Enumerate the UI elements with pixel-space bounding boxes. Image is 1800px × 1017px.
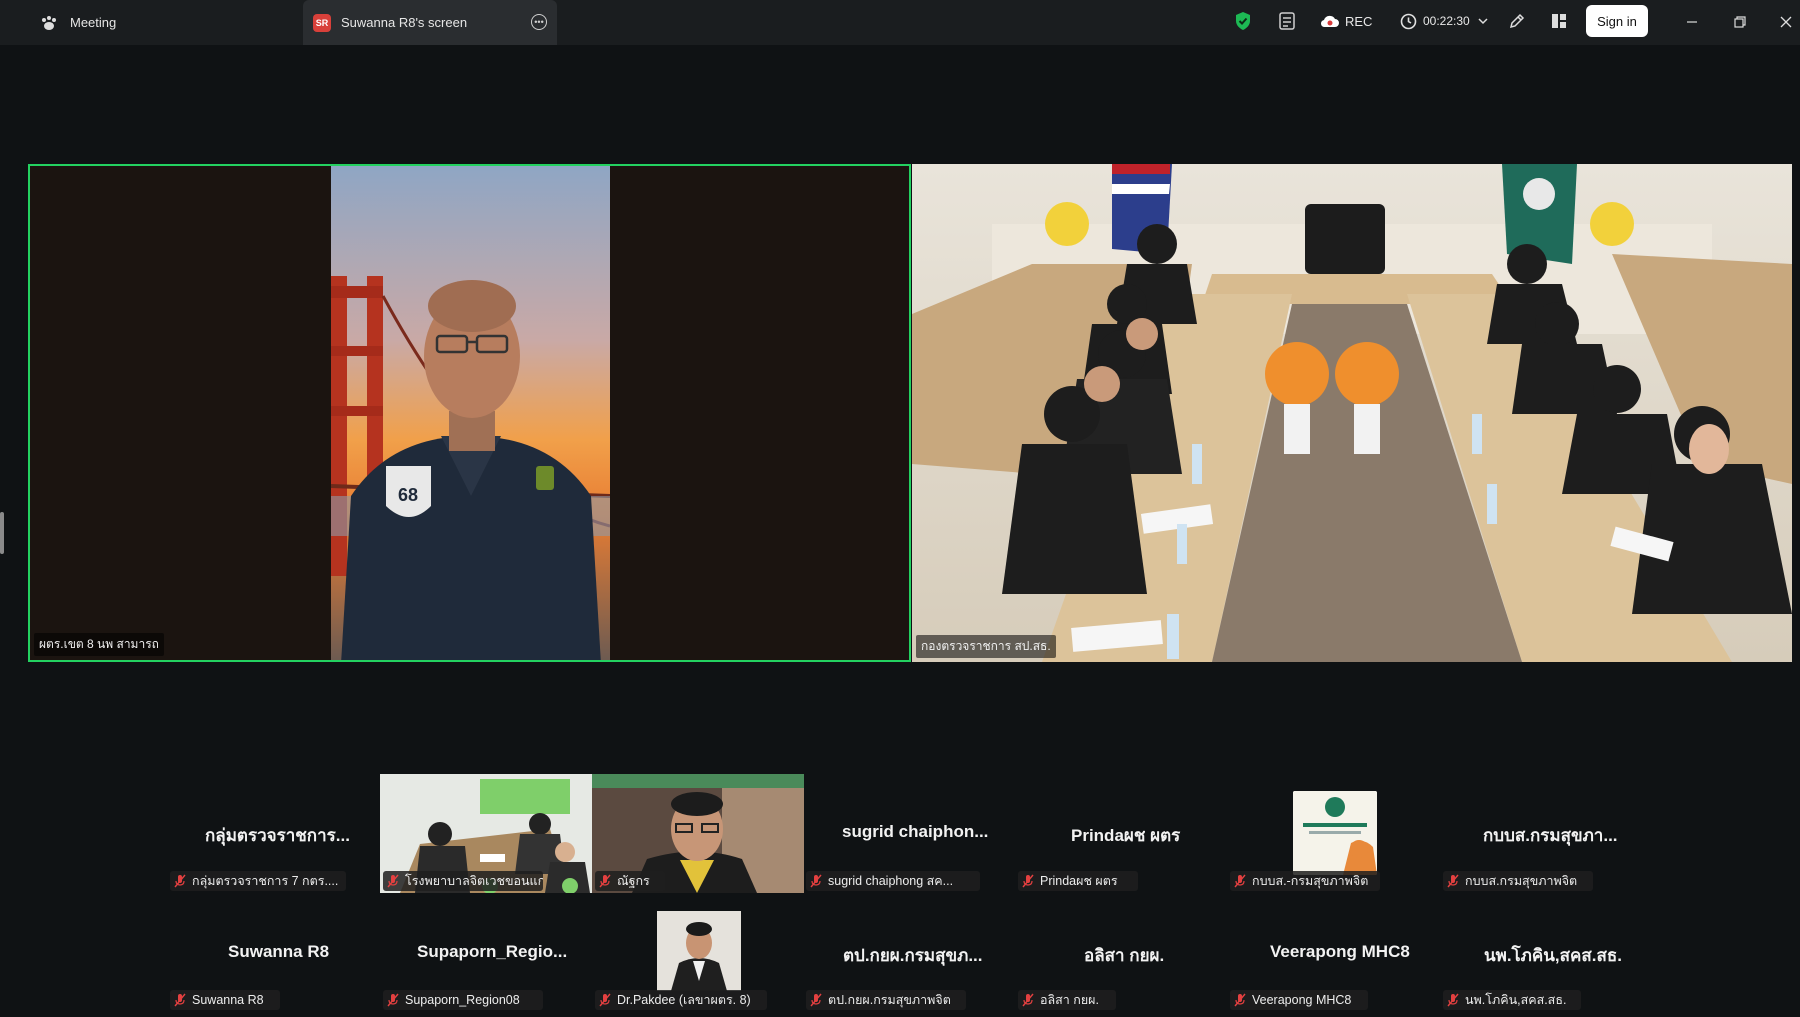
mic-muted-icon [1022, 993, 1034, 1007]
participant-label: Dr.Pakdee (เลขาผตร. 8) [595, 990, 767, 1010]
participant-display-name: Prindaผช ผตร [1071, 826, 1181, 845]
tab-shared-screen[interactable]: SR Suwanna R8's screen ••• [303, 0, 557, 45]
participant-display-name: กลุ่มตรวจราชการ... [205, 826, 350, 845]
mic-muted-icon [810, 874, 822, 888]
mic-muted-icon [174, 993, 186, 1007]
right-tile-name-label: กองตรวจราชการ สป.สธ. [916, 635, 1056, 658]
mic-muted-icon [1234, 874, 1246, 888]
participant-label: ตป.กยผ.กรมสุขภาพจิต [806, 990, 966, 1010]
rec-label: REC [1345, 13, 1373, 29]
participant-display-name: อลิสา กยผ. [1084, 946, 1165, 965]
participant-label: ณัฐกร [595, 871, 665, 891]
annotate-pen-icon[interactable] [1508, 0, 1526, 42]
clock-icon [1400, 13, 1417, 29]
speaker-video-image: 68 [331, 166, 610, 660]
participant-display-name: sugrid chaiphon... [842, 822, 989, 841]
participant-display-name: ตป.กยผ.กรมสุขภ... [843, 946, 983, 965]
participant-label: กบบส.กรมสุขภาพจิต [1443, 871, 1593, 891]
participant-display-name: กบบส.กรมสุขภา... [1483, 826, 1618, 845]
participant-display-name: นพ.โภคิน,สคส.สธ. [1484, 946, 1622, 965]
timer-value: 00:22:30 [1423, 14, 1470, 28]
participant-display-name: Supaporn_Regio... [417, 942, 568, 961]
mic-muted-icon [1234, 993, 1246, 1007]
video-tile-main-speaker[interactable]: 68 ผตร.เขต 8 นพ สามารถ [28, 164, 911, 662]
meeting-paw-icon [42, 15, 56, 30]
top-bar: Meeting SR Suwanna R8's screen ••• REC 0… [0, 0, 1800, 45]
participant-label: Veerapong MHC8 [1230, 990, 1368, 1010]
participant-avatar [1293, 791, 1377, 875]
participant-label: โรงพยาบาลจิตเวชขอนแก... [383, 871, 543, 891]
mic-muted-icon [810, 993, 822, 1007]
mic-muted-icon [599, 993, 611, 1007]
mic-muted-icon [1022, 874, 1034, 888]
more-options-icon[interactable]: ••• [531, 14, 547, 30]
speaker-video: 68 [331, 166, 610, 660]
mic-muted-icon [1447, 993, 1459, 1007]
mic-muted-icon [387, 874, 399, 888]
side-drag-handle[interactable] [0, 512, 4, 554]
participant-avatar [657, 911, 741, 991]
restore-icon[interactable] [1728, 10, 1752, 34]
participant-label: กลุ่มตรวจราชการ 7 กตร.... [170, 871, 346, 891]
cloud-recording-indicator[interactable]: REC [1320, 0, 1372, 42]
tab-meeting[interactable]: Meeting [40, 0, 300, 45]
participant-label: Suwanna R8 [170, 990, 280, 1010]
mic-muted-icon [599, 874, 611, 888]
sign-in-button[interactable]: Sign in [1586, 5, 1648, 37]
meeting-timer[interactable]: 00:22:30 [1400, 0, 1488, 42]
participant-label: นพ.โภคิน,สคส.สธ. [1443, 990, 1581, 1010]
meeting-room-video [912, 164, 1792, 662]
minimize-icon[interactable] [1680, 10, 1704, 34]
mic-muted-icon [1447, 874, 1459, 888]
layout-view-icon[interactable] [1550, 0, 1568, 42]
chevron-down-icon [1478, 18, 1488, 25]
participant-video-tile[interactable]: โรงพยาบาลจิตเวชขอนแก... [380, 774, 592, 893]
participant-display-name: Veerapong MHC8 [1270, 942, 1410, 961]
participant-label: อลิสา กยผ. [1018, 990, 1116, 1010]
participant-label: Prindaผช ผตร [1018, 871, 1138, 891]
tab-shared-screen-label: Suwanna R8's screen [341, 15, 468, 30]
encryption-shield-icon[interactable] [1234, 0, 1252, 42]
participant-label: Supaporn_Region08 [383, 990, 543, 1010]
tab-meeting-label: Meeting [70, 15, 117, 30]
left-tile-name-label: ผตร.เขต 8 นพ สามารถ [34, 633, 164, 656]
close-icon[interactable] [1774, 10, 1798, 34]
participant-label: sugrid chaiphong สค... [806, 871, 980, 891]
cloud-record-icon [1320, 15, 1339, 28]
mic-muted-icon [174, 874, 186, 888]
mic-muted-icon [387, 993, 399, 1007]
notes-icon[interactable] [1278, 0, 1296, 42]
video-tile-meeting-room[interactable]: กองตรวจราชการ สป.สธ. [912, 164, 1792, 662]
participant-video-tile[interactable]: ณัฐกร [592, 774, 804, 893]
participant-label: กบบส.-กรมสุขภาพจิต [1230, 871, 1380, 891]
svg-text:68: 68 [398, 485, 418, 505]
share-avatar-badge: SR [313, 13, 331, 32]
participant-display-name: Suwanna R8 [228, 942, 330, 961]
